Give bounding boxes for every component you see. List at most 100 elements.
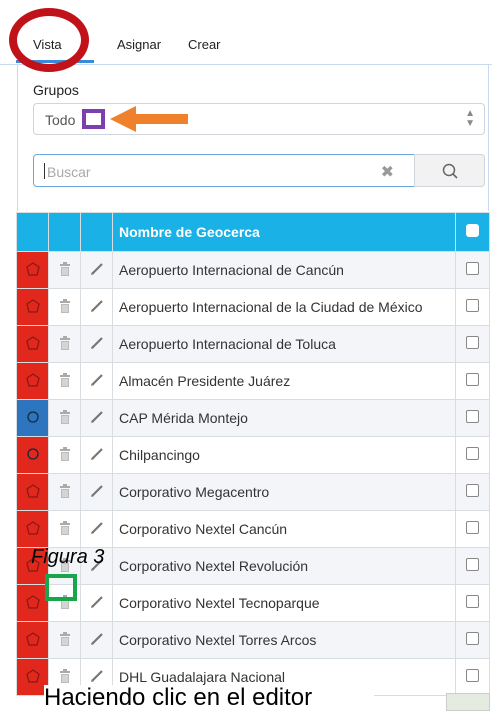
arrow-annotation-icon [110, 106, 188, 132]
geofence-type-indicator[interactable] [16, 621, 49, 659]
trash-icon [59, 446, 71, 464]
delete-geofence-button[interactable] [48, 288, 81, 326]
delete-geofence-button[interactable] [48, 510, 81, 548]
delete-geofence-button[interactable] [48, 621, 81, 659]
geofence-name[interactable]: Corporativo Megacentro [112, 473, 456, 511]
tab-asignar[interactable]: Asignar [117, 37, 161, 52]
row-checkbox-cell[interactable] [455, 621, 490, 659]
geofence-type-indicator[interactable] [16, 473, 49, 511]
search-placeholder: Buscar [47, 164, 91, 180]
geofence-name[interactable]: Aeropuerto Internacional de Toluca [112, 325, 456, 363]
row-checkbox-cell[interactable] [455, 473, 490, 511]
row-checkbox[interactable] [466, 595, 479, 608]
delete-geofence-button[interactable] [48, 325, 81, 363]
row-checkbox-cell[interactable] [455, 362, 490, 400]
header-edit-col [80, 212, 113, 252]
edit-geofence-button[interactable] [80, 621, 113, 659]
edit-geofence-button[interactable] [80, 399, 113, 437]
search-button[interactable] [414, 154, 485, 187]
geofence-name[interactable]: Corporativo Nextel Revolución [112, 547, 456, 585]
geofence-type-indicator[interactable] [16, 325, 49, 363]
row-checkbox[interactable] [466, 447, 479, 460]
polygon-shape-icon [25, 373, 40, 390]
edit-geofence-button[interactable] [80, 325, 113, 363]
row-checkbox-cell[interactable] [455, 325, 490, 363]
row-checkbox[interactable] [466, 558, 479, 571]
row-checkbox[interactable] [466, 336, 479, 349]
row-checkbox-cell[interactable] [455, 584, 490, 622]
edit-geofence-button[interactable] [80, 362, 113, 400]
row-checkbox[interactable] [466, 299, 479, 312]
clear-search-icon[interactable]: ✖ [381, 162, 394, 182]
row-checkbox-cell[interactable] [455, 251, 490, 289]
delete-geofence-button[interactable] [48, 362, 81, 400]
polygon-shape-icon [25, 299, 40, 316]
row-checkbox[interactable] [466, 373, 479, 386]
edit-geofence-button[interactable] [80, 584, 113, 622]
trash-icon [59, 520, 71, 538]
edit-geofence-button[interactable] [80, 473, 113, 511]
trash-icon [59, 409, 71, 427]
tab-crear[interactable]: Crear [188, 37, 221, 52]
polygon-shape-icon [25, 632, 40, 649]
row-checkbox[interactable] [466, 669, 479, 682]
row-checkbox-cell[interactable] [455, 510, 490, 548]
geofence-name[interactable]: Corporativo Nextel Tecnoparque [112, 584, 456, 622]
table-row: Corporativo Nextel Cancún [16, 510, 490, 548]
table-row: Aeropuerto Internacional de la Ciudad de… [16, 288, 490, 326]
pencil-icon [90, 595, 104, 612]
row-checkbox-cell[interactable] [455, 288, 490, 326]
geofence-name[interactable]: Almacén Presidente Juárez [112, 362, 456, 400]
pencil-icon [90, 262, 104, 279]
edit-geofence-button[interactable] [80, 436, 113, 474]
geofence-type-indicator[interactable] [16, 251, 49, 289]
delete-geofence-button[interactable] [48, 473, 81, 511]
geofence-name[interactable]: Aeropuerto Internacional de Cancún [112, 251, 456, 289]
header-select-all[interactable] [455, 212, 490, 252]
row-checkbox-cell[interactable] [455, 547, 490, 585]
edit-geofence-button[interactable] [80, 251, 113, 289]
delete-geofence-button[interactable] [48, 399, 81, 437]
geofence-type-indicator[interactable] [16, 288, 49, 326]
row-checkbox[interactable] [466, 262, 479, 275]
geofence-name[interactable]: Corporativo Nextel Cancún [112, 510, 456, 548]
panel-border-left [17, 64, 18, 211]
pencil-icon [90, 410, 104, 427]
row-checkbox[interactable] [466, 632, 479, 645]
pencil-icon [90, 484, 104, 501]
geofence-name[interactable]: Corporativo Nextel Torres Arcos [112, 621, 456, 659]
geofence-name[interactable]: Chilpancingo [112, 436, 456, 474]
geofence-name[interactable]: CAP Mérida Montejo [112, 399, 456, 437]
panel-border-right [488, 64, 489, 211]
select-all-checkbox[interactable] [466, 224, 479, 237]
pencil-icon [90, 336, 104, 353]
edit-geofence-button[interactable] [80, 510, 113, 548]
delete-geofence-button[interactable] [48, 251, 81, 289]
table-row: CAP Mérida Montejo [16, 399, 490, 437]
geofence-type-indicator[interactable] [16, 584, 49, 622]
trash-icon [59, 261, 71, 279]
row-checkbox-cell[interactable] [455, 436, 490, 474]
edit-geofence-button[interactable] [80, 288, 113, 326]
row-checkbox-cell[interactable] [455, 658, 490, 696]
geofence-type-indicator[interactable] [16, 362, 49, 400]
table-row: Aeropuerto Internacional de Cancún [16, 251, 490, 289]
circle-shape-icon [26, 410, 40, 427]
table-row: Almacén Presidente Juárez [16, 362, 490, 400]
trash-icon [59, 298, 71, 316]
polygon-shape-icon [25, 336, 40, 353]
highlight-box-annotation [82, 109, 105, 129]
delete-geofence-button[interactable] [48, 436, 81, 474]
geofence-name[interactable]: Aeropuerto Internacional de la Ciudad de… [112, 288, 456, 326]
row-checkbox[interactable] [466, 484, 479, 497]
caption-text: Haciendo clic en el editor [44, 685, 374, 711]
geofence-type-indicator[interactable] [16, 510, 49, 548]
row-checkbox-cell[interactable] [455, 399, 490, 437]
polygon-shape-icon [25, 484, 40, 501]
row-checkbox[interactable] [466, 521, 479, 534]
header-geofence-name[interactable]: Nombre de Geocerca [112, 212, 456, 252]
geofence-type-indicator[interactable] [16, 436, 49, 474]
geofence-type-indicator[interactable] [16, 399, 49, 437]
row-checkbox[interactable] [466, 410, 479, 423]
search-input[interactable]: Buscar ✖ [33, 154, 415, 187]
